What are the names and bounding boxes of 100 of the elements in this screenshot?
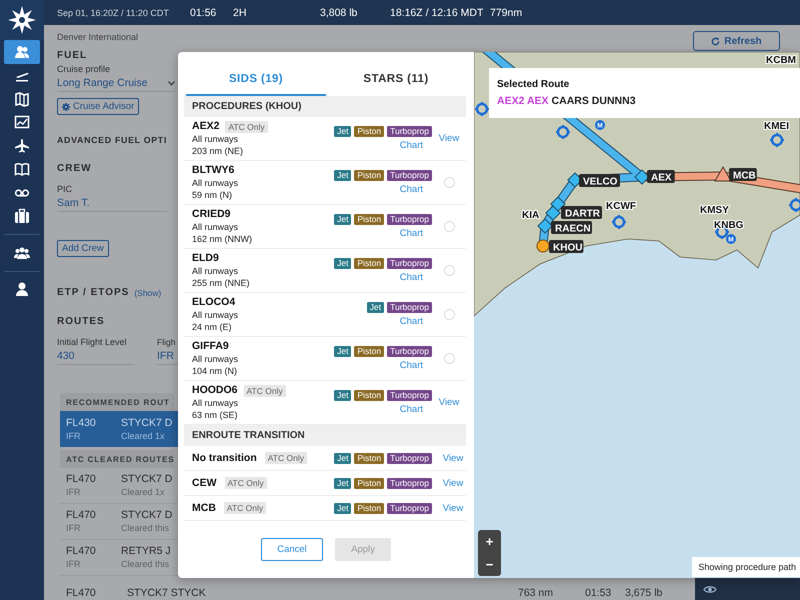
aircraft-type-tag: Jet xyxy=(366,302,384,313)
waypoint-icon[interactable] xyxy=(550,196,566,212)
radio-button[interactable] xyxy=(444,309,454,320)
procedure-name: CRIED9 xyxy=(192,208,231,221)
view-link[interactable]: View xyxy=(440,452,466,464)
airport-label: KMEI xyxy=(764,121,789,132)
route-row[interactable]: FL430 IFR STYCK7 D Cleared 1x xyxy=(60,411,178,447)
procedure-tab[interactable]: STARS (11) xyxy=(326,68,466,96)
chart-link[interactable]: Chart xyxy=(400,272,423,283)
view-link[interactable]: View xyxy=(438,133,460,144)
chart-link[interactable]: Chart xyxy=(400,360,423,371)
transition-name: No transition xyxy=(192,452,257,464)
procedure-name: HOODO6 xyxy=(192,384,238,397)
cancel-button[interactable]: Cancel xyxy=(261,538,323,561)
chart-link[interactable]: Chart xyxy=(400,140,423,151)
aircraft-type-tag: Jet xyxy=(334,214,352,225)
flight-stat-value: 3,808 lb xyxy=(320,6,358,18)
zoom-out-button[interactable]: − xyxy=(478,553,501,576)
waypoint-label: RAECN xyxy=(551,221,592,234)
aircraft-type-tag: Jet xyxy=(334,478,352,488)
radio-button[interactable] xyxy=(444,353,454,364)
field-value[interactable]: 430 xyxy=(57,348,135,364)
show-link[interactable]: (Show) xyxy=(134,288,162,298)
procedure-name: AEX2 xyxy=(192,120,220,133)
view-link[interactable]: View xyxy=(440,502,466,514)
aircraft-type-tag: Jet xyxy=(334,346,352,357)
add-crew-button[interactable]: Add Crew xyxy=(57,240,109,257)
route-text: STYCK7 D xyxy=(121,472,172,486)
flight-level: FL470 xyxy=(66,508,97,522)
flight-rules: IFR xyxy=(66,486,82,499)
chart-link[interactable]: Chart xyxy=(400,228,423,239)
card-title: Selected Route xyxy=(497,79,570,90)
view-link[interactable]: View xyxy=(438,397,460,408)
atc-only-badge: ATC Only xyxy=(224,477,267,489)
refresh-button[interactable]: Refresh xyxy=(693,31,780,51)
waypoint-icon[interactable] xyxy=(634,169,650,185)
compass-logo-icon xyxy=(7,5,37,35)
runway-text: All runways xyxy=(192,133,240,145)
aircraft-type-tag: Piston xyxy=(354,346,384,357)
distance-text: 59 nm (N) xyxy=(192,189,234,201)
aircraft-type-tag: Piston xyxy=(354,214,384,225)
distance-text: 162 nm (NNW) xyxy=(192,233,254,245)
route-segment-text: AEX2 AEX xyxy=(497,95,549,107)
atc-only-badge: ATC Only xyxy=(244,384,286,396)
radio-button[interactable] xyxy=(444,177,454,188)
field-label: Fligh xyxy=(157,336,176,348)
flight-level: FL430 xyxy=(66,416,97,430)
aircraft-type-tag: Turboprop xyxy=(387,346,432,357)
route-text: RETYR5 J xyxy=(121,544,171,558)
triangle-waypoint-icon[interactable] xyxy=(714,166,732,182)
view-link[interactable]: View xyxy=(440,478,466,488)
route-segment-text: CAARS DUNNN3 xyxy=(552,95,636,107)
waypoint-icon[interactable] xyxy=(537,218,553,234)
section-header: PROCEDURES (KHOU) xyxy=(184,96,466,117)
route-text: STYCK7 D xyxy=(121,508,172,522)
waypoint-label: MCB xyxy=(729,168,757,182)
flight-stat-value: 18:16Z / 12:16 MDT xyxy=(390,6,484,18)
book-icon xyxy=(14,161,30,178)
distance-text: 24 nm (E) xyxy=(192,321,233,333)
line-chart-icon xyxy=(14,114,30,130)
radio-button[interactable] xyxy=(444,265,454,276)
radio-button[interactable] xyxy=(444,221,454,232)
aircraft-type-tag: Turboprop xyxy=(387,502,432,514)
chevron-down-icon xyxy=(168,80,175,86)
chart-link[interactable]: Chart xyxy=(400,184,423,195)
flight-rules: IFR xyxy=(66,430,82,442)
section-heading: ROUTES xyxy=(57,315,105,329)
chart-link[interactable]: Chart xyxy=(400,404,423,415)
cruise-profile-dropdown[interactable]: Long Range Cruise xyxy=(57,75,175,92)
waypoint-label: DARTR xyxy=(561,206,602,220)
aircraft-type-tag: Piston xyxy=(354,170,384,181)
gear-icon xyxy=(62,102,70,110)
route-text: STYCK7 STYCK xyxy=(127,586,206,600)
field-label: PIC xyxy=(57,183,72,195)
route-time: 01:53 xyxy=(585,587,612,599)
procedure-name: ELOCO4 xyxy=(192,296,236,309)
cruise-advisor-button[interactable]: Cruise Advisor xyxy=(57,98,140,115)
crew-name-field[interactable]: Sam T. xyxy=(57,195,167,212)
chart-link[interactable]: Chart xyxy=(400,316,423,327)
airport-label: KNBG xyxy=(714,220,744,231)
airport-label: KCBM xyxy=(766,55,796,66)
eye-icon[interactable] xyxy=(703,584,717,594)
flight-level: FL470 xyxy=(66,544,97,558)
runway-text: All runways xyxy=(192,397,240,409)
waypoint-icon[interactable] xyxy=(545,205,561,221)
aircraft-type-tag: Turboprop xyxy=(387,126,432,137)
route-group-header: RECOMMENDED ROUT xyxy=(60,393,174,411)
field-value[interactable]: IFR xyxy=(157,348,179,364)
route-text: STYCK7 D xyxy=(121,416,172,430)
route-distance: 763 nm xyxy=(518,587,554,599)
aircraft-type-tag: Piston xyxy=(354,390,384,401)
section-heading: CREW xyxy=(57,162,92,176)
zoom-in-button[interactable]: + xyxy=(478,530,501,553)
map-icon xyxy=(14,90,30,107)
field-label: Initial Flight Level xyxy=(57,336,128,348)
aircraft-type-tag: Turboprop xyxy=(387,452,432,464)
refresh-icon xyxy=(711,36,720,46)
section-heading: ADVANCED FUEL OPTI xyxy=(57,134,168,147)
procedure-name: BLTWY6 xyxy=(192,164,234,177)
aircraft-type-tag: Piston xyxy=(354,478,384,488)
